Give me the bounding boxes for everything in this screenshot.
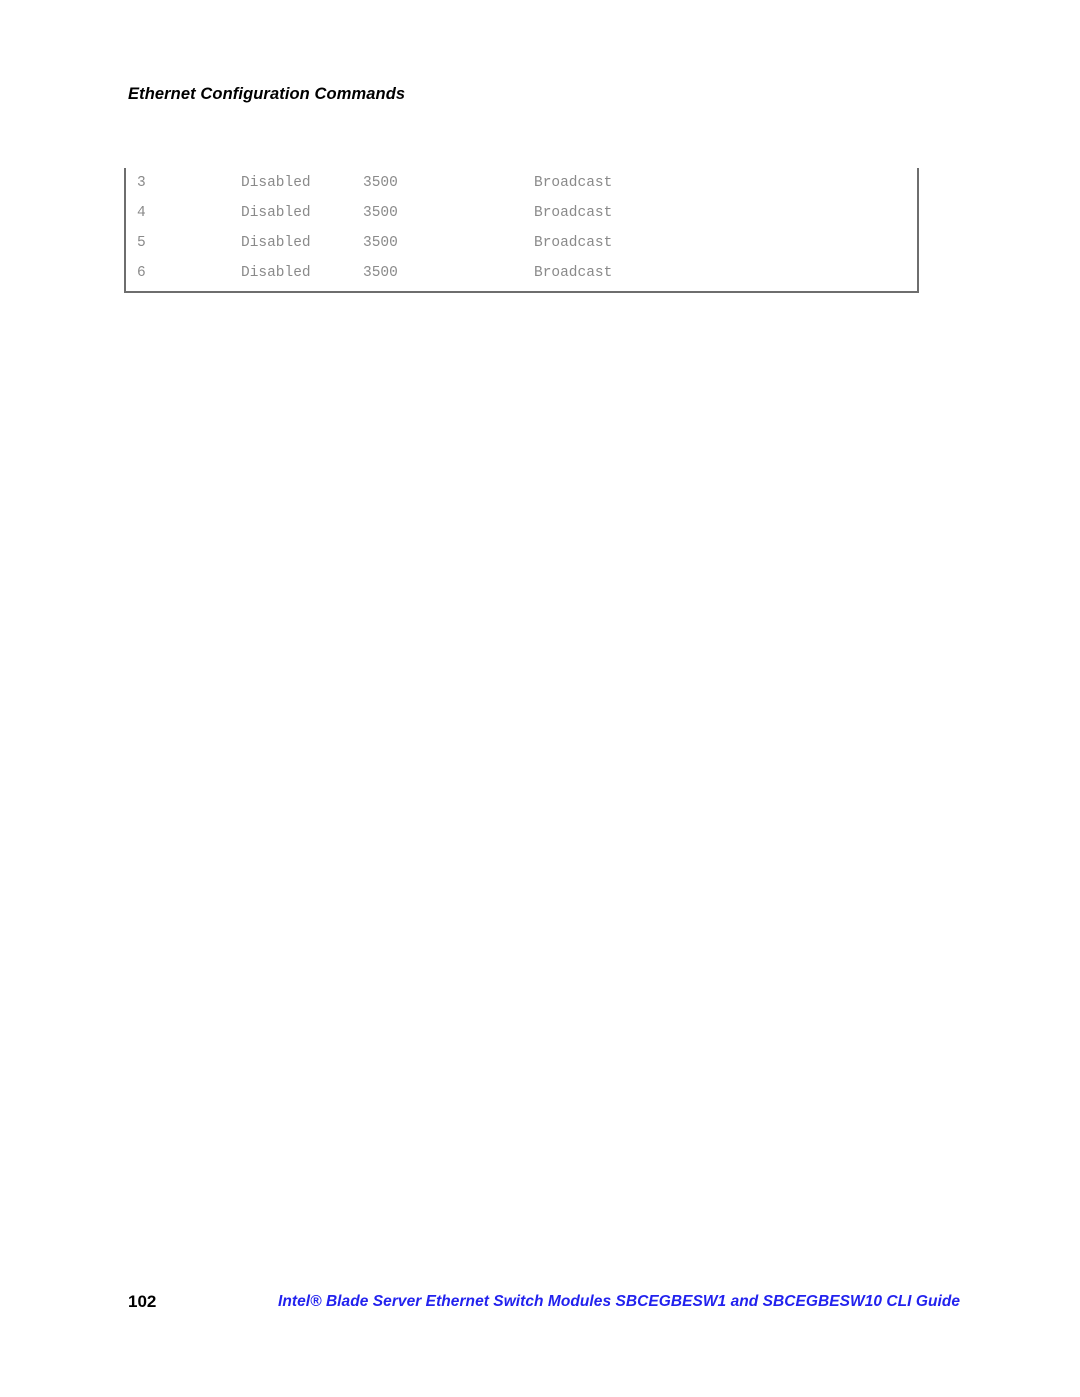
cell-type: Broadcast — [534, 235, 613, 251]
console-output-table: 3 Disabled 3500 Broadcast 4 Disabled 350… — [126, 168, 917, 288]
cell-rate: 3500 — [363, 265, 398, 281]
cell-type: Broadcast — [534, 175, 613, 191]
cell-index: 3 — [137, 175, 146, 191]
cell-type: Broadcast — [534, 265, 613, 281]
console-output-box: 3 Disabled 3500 Broadcast 4 Disabled 350… — [124, 168, 919, 293]
table-row: 5 Disabled 3500 Broadcast — [126, 228, 917, 258]
cell-index: 4 — [137, 205, 146, 221]
cell-index: 6 — [137, 265, 146, 281]
table-row: 3 Disabled 3500 Broadcast — [126, 168, 917, 198]
footer-guide-title: Intel® Blade Server Ethernet Switch Modu… — [278, 1293, 961, 1310]
cell-rate: 3500 — [363, 235, 398, 251]
running-header: Ethernet Configuration Commands — [128, 85, 406, 103]
cell-state: Disabled — [241, 175, 311, 191]
document-page: Ethernet Configuration Commands 3 Disabl… — [0, 0, 1080, 1397]
table-row: 4 Disabled 3500 Broadcast — [126, 198, 917, 228]
cell-state: Disabled — [241, 205, 311, 221]
console-output-body: 3 Disabled 3500 Broadcast 4 Disabled 350… — [126, 168, 917, 288]
cell-index: 5 — [137, 235, 146, 251]
cell-type: Broadcast — [534, 205, 613, 221]
table-row: 6 Disabled 3500 Broadcast — [126, 258, 917, 288]
footer-page-number: 102 — [128, 1292, 157, 1311]
cell-state: Disabled — [241, 265, 311, 281]
cell-rate: 3500 — [363, 205, 398, 221]
cell-state: Disabled — [241, 235, 311, 251]
cell-rate: 3500 — [363, 175, 398, 191]
